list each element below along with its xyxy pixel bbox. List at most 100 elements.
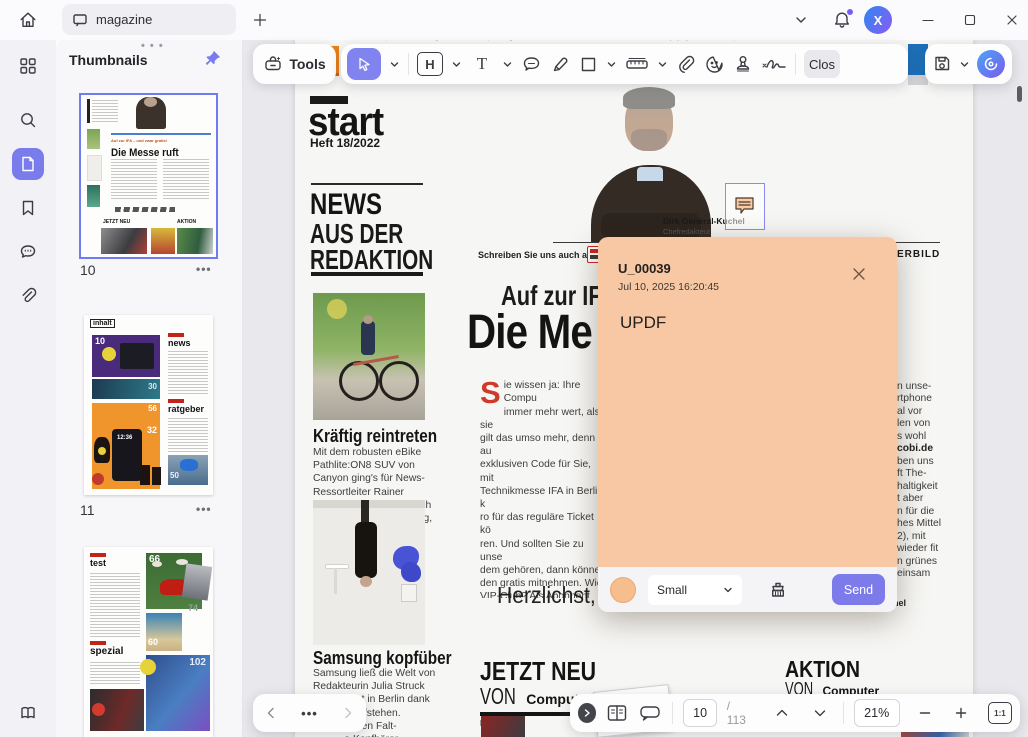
zoom-out-button[interactable] (918, 706, 932, 720)
close-window-button[interactable] (996, 4, 1028, 36)
vertical-scrollbar-thumb[interactable] (1017, 86, 1022, 102)
note-content[interactable]: UPDF (620, 313, 666, 333)
thumbnail-label-11: 11 (80, 502, 95, 518)
actual-size-button[interactable]: 1:1 (988, 702, 1012, 724)
comment-marker[interactable] (725, 183, 765, 230)
thumbnail-menu-10[interactable]: ••• (196, 262, 212, 276)
nav-mini-bar: ••• (253, 694, 366, 732)
signature-tool-button[interactable] (761, 54, 787, 74)
more-pages-button[interactable]: ••• (301, 706, 318, 721)
measure-tool-chevron[interactable] (657, 59, 668, 70)
page-total: / 113 (727, 699, 751, 727)
document-tab[interactable]: magazine (62, 4, 236, 35)
zoom-in-button[interactable] (954, 706, 968, 720)
page-number-input[interactable]: 10 (683, 699, 716, 727)
text-tool-button[interactable]: T (470, 52, 494, 76)
thumbnails-panel-button[interactable] (12, 148, 44, 180)
note-color-swatch[interactable] (610, 577, 636, 603)
new-tab-button[interactable] (244, 4, 276, 36)
measure-tool-button[interactable] (625, 54, 649, 74)
note-tool-button[interactable] (521, 54, 542, 75)
text-tool-chevron[interactable] (502, 59, 513, 70)
pin-button[interactable] (204, 50, 221, 67)
attachments-button[interactable] (12, 280, 44, 312)
page-layout-button[interactable] (606, 703, 628, 723)
user-avatar[interactable]: X (864, 6, 892, 34)
minimize-button[interactable] (912, 4, 944, 36)
home-button[interactable] (12, 4, 44, 36)
annotation-mode-button[interactable] (638, 703, 662, 723)
news-rule-top (311, 183, 423, 185)
ai-assistant-button[interactable] (977, 50, 1005, 78)
app-grid-button[interactable] (12, 50, 44, 82)
paperclip-icon (18, 286, 38, 306)
save-button[interactable] (932, 54, 952, 74)
maximize-button[interactable] (954, 4, 986, 36)
heading-tool-chevron[interactable] (451, 59, 462, 70)
note-size-value: Small (657, 583, 687, 597)
notifications-button[interactable] (826, 4, 858, 36)
article-body-left: Sie wissen ja: Ihre Compu immer mehr wer… (480, 366, 606, 598)
story1-title: Kräftig reintreten (313, 426, 459, 447)
thumbnail-page-12[interactable]: test spezial 66 74 (84, 547, 213, 737)
news-rule-bottom (311, 272, 423, 276)
note-author: U_00039 (618, 261, 671, 276)
thumb3-n60: 60 (148, 637, 158, 647)
select-tool-button[interactable] (347, 48, 381, 80)
actual-size-label: 1:1 (994, 709, 1006, 718)
attachment-tool-button[interactable] (676, 54, 696, 74)
save-chevron[interactable] (959, 59, 970, 70)
tools-chip[interactable]: Tools (253, 44, 336, 84)
thumb2-n56: 56 (148, 404, 157, 413)
notification-dot (847, 9, 853, 15)
close-icon (1005, 13, 1019, 27)
heading-tool-button[interactable]: H (417, 52, 443, 76)
note-close-button[interactable] (850, 265, 872, 287)
bookmark-icon (18, 198, 38, 218)
thumbnail-page-preview: Auf zur IFA – und zwar gratis! Die Messe… (81, 95, 216, 257)
close-annotate-button[interactable]: Clos (804, 50, 840, 78)
issue-label: Heft 18/2022 (310, 136, 380, 150)
samsung-photo (313, 500, 425, 645)
thumbnail-page-11[interactable]: inhalt 10 30 56 32 12:36 (84, 315, 213, 495)
comment-icon (18, 242, 38, 262)
titlebar: magazine X (0, 0, 1028, 40)
panel-drag-handle[interactable]: • • • (141, 40, 164, 52)
tools-label: Tools (289, 56, 325, 72)
stamp-tool-button[interactable] (733, 54, 753, 74)
thumb3-s2: spezial (90, 646, 123, 657)
clear-note-button[interactable] (768, 580, 788, 600)
shape-tool-button[interactable] (579, 55, 598, 74)
send-note-button[interactable]: Send (832, 574, 885, 605)
shape-tool-chevron[interactable] (606, 59, 617, 70)
sticky-note-popup: U_00039 Jul 10, 2025 16:20:45 UPDF Small… (598, 237, 897, 612)
thumbnail-page-preview: test spezial 66 74 (84, 547, 213, 737)
thumbnail-label-10: 10 (80, 262, 96, 278)
titlebar-menu-button[interactable] (785, 4, 817, 36)
sticker-tool-button[interactable] (704, 54, 725, 75)
zoom-level-input[interactable]: 21% (854, 699, 900, 727)
next-icon[interactable] (341, 706, 355, 720)
comments-button[interactable] (12, 236, 44, 268)
toolbox-icon (263, 54, 283, 74)
thumbnail-page-10[interactable]: Auf zur IFA – und zwar gratis! Die Messe… (79, 93, 218, 259)
book-icon (18, 703, 38, 723)
next-page-button[interactable] (813, 706, 827, 720)
chevron-down-icon (794, 13, 808, 27)
tab-document-icon (72, 12, 88, 28)
reader-mode-button[interactable] (12, 697, 44, 729)
pen-tool-button[interactable] (550, 54, 571, 75)
note-size-select[interactable]: Small (648, 575, 742, 605)
bookmarks-button[interactable] (12, 192, 44, 224)
prev-icon[interactable] (264, 706, 278, 720)
previous-page-button[interactable] (775, 706, 789, 720)
search-button[interactable] (12, 104, 44, 136)
thumb2-n30: 30 (148, 382, 157, 391)
article-headline: Die Me (467, 305, 616, 360)
collapse-statusbar-button[interactable] (578, 703, 596, 723)
cursor-icon (355, 55, 373, 73)
thumbnail-menu-11[interactable]: ••• (196, 502, 212, 516)
dropcap: S (480, 380, 501, 406)
thumb2-s2: ratgeber (168, 404, 204, 414)
select-tool-chevron[interactable] (389, 59, 400, 70)
